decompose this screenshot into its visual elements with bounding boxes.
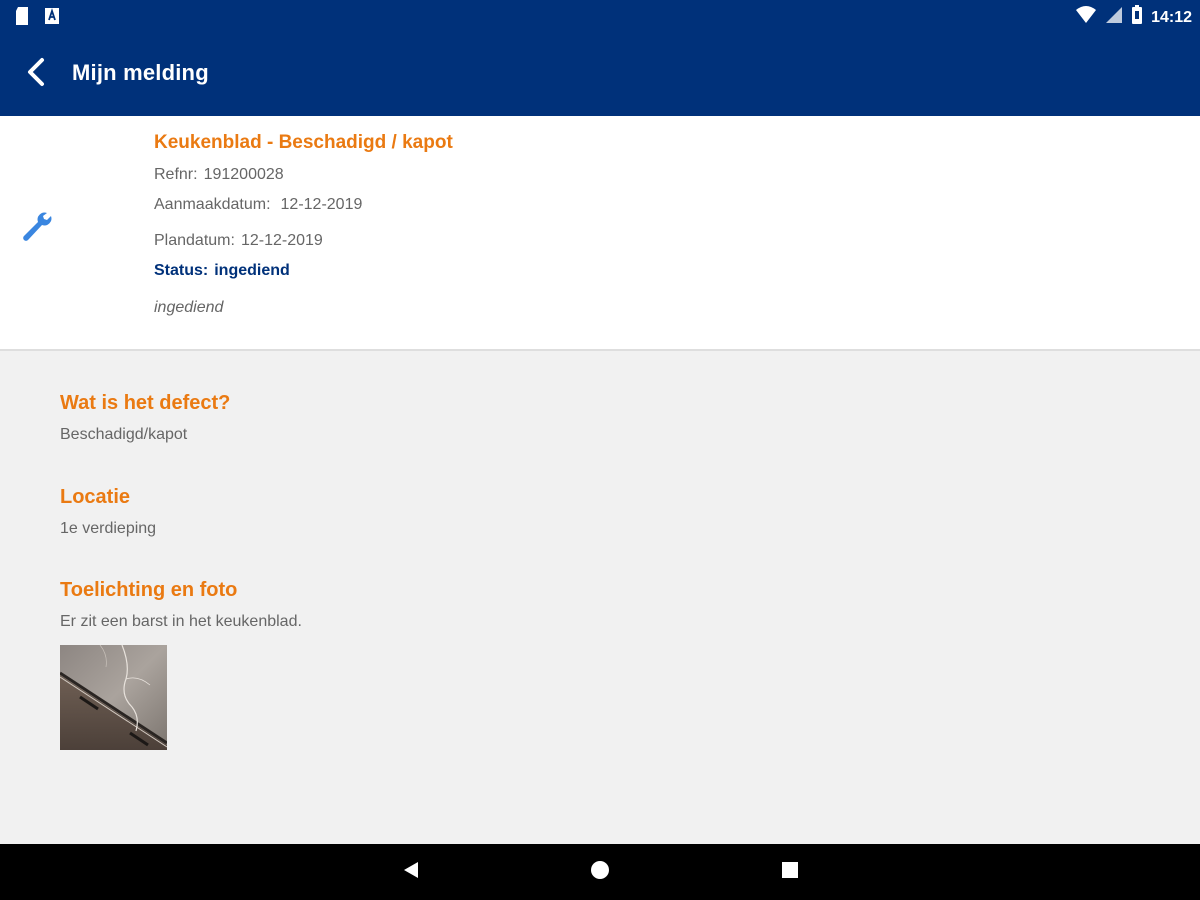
home-circle-icon bbox=[590, 860, 610, 885]
defect-photo-thumbnail[interactable] bbox=[60, 645, 167, 750]
toelichting-text: Er zit een barst in het keukenblad. bbox=[60, 613, 302, 630]
aanmaakdatum-row: Aanmaakdatum: 12-12-2019 bbox=[154, 196, 362, 214]
melding-summary-card: Keukenblad - Beschadigd / kapot Refnr: 19… bbox=[0, 116, 1200, 351]
refnr-value: 191200028 bbox=[203, 166, 284, 183]
toelichting-heading: Toelichting en foto bbox=[60, 579, 238, 601]
status-badge: ingediend bbox=[214, 262, 290, 279]
melding-title: Keukenblad - Beschadigd / kapot bbox=[154, 132, 453, 153]
app-bar: Mijn melding bbox=[0, 32, 1200, 116]
signal-icon bbox=[1105, 5, 1123, 30]
nav-back-button[interactable] bbox=[397, 858, 425, 886]
system-nav-bar bbox=[0, 844, 1200, 900]
plandatum-value: 12-12-2019 bbox=[240, 232, 323, 249]
chevron-left-icon bbox=[25, 57, 47, 92]
battery-icon bbox=[1131, 5, 1143, 30]
status-note: ingediend bbox=[154, 299, 224, 316]
aanmaakdatum-label: Aanmaakdatum: bbox=[154, 196, 271, 213]
status-time: 14:12 bbox=[1151, 8, 1192, 26]
wifi-icon bbox=[1075, 5, 1097, 30]
refnr-label: Refnr: bbox=[154, 166, 198, 183]
aanmaakdatum-value: 12-12-2019 bbox=[280, 196, 363, 213]
page-title: Mijn melding bbox=[72, 60, 209, 85]
plandatum-label: Plandatum: bbox=[154, 232, 235, 249]
status-label: Status: bbox=[154, 262, 209, 279]
status-row: Status: ingediend bbox=[154, 262, 290, 280]
status-bar: 14:12 bbox=[0, 0, 1200, 32]
recents-square-icon bbox=[780, 860, 800, 885]
back-button[interactable] bbox=[18, 54, 54, 94]
back-triangle-icon bbox=[401, 860, 421, 885]
plandatum-row: Plandatum: 12-12-2019 bbox=[154, 232, 323, 250]
locatie-heading: Locatie bbox=[60, 486, 131, 508]
nav-home-button[interactable] bbox=[586, 858, 614, 886]
refnr-row: Refnr: 191200028 bbox=[154, 166, 284, 184]
defect-heading: Wat is het defect? bbox=[60, 392, 231, 414]
wrench-icon bbox=[22, 211, 54, 243]
app-notification-icon bbox=[44, 6, 60, 31]
locatie-text: 1e verdieping bbox=[60, 520, 157, 537]
sd-card-icon bbox=[14, 6, 30, 31]
nav-recents-button[interactable] bbox=[776, 858, 804, 886]
defect-text: Beschadigd/kapot bbox=[60, 426, 188, 443]
